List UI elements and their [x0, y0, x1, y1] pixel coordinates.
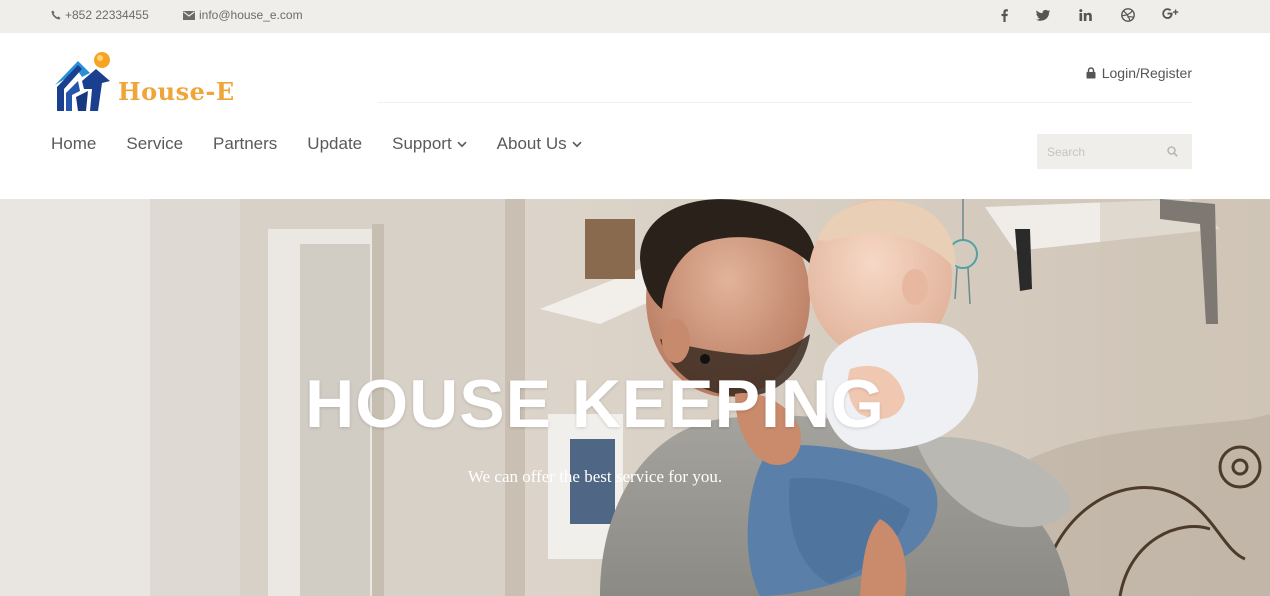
site-header: House-E Login/Register Home Service Part… — [0, 33, 1270, 199]
envelope-icon — [183, 10, 195, 20]
google-plus-icon[interactable] — [1161, 6, 1179, 24]
email-address: info@house_e.com — [199, 8, 303, 22]
nav-label-home: Home — [51, 134, 97, 153]
chevron-down-icon — [457, 141, 467, 148]
nav-item-about-us[interactable]: About Us — [497, 134, 582, 154]
phone-contact[interactable]: +852 22334455 — [51, 8, 149, 22]
hero-subtitle: We can offer the best service for you. — [467, 467, 723, 486]
login-register-link[interactable]: Login/Register — [1086, 65, 1192, 81]
logo-text: House-E — [118, 77, 235, 106]
top-bar: +852 22334455 info@house_e.com — [0, 0, 1270, 33]
nav-item-support[interactable]: Support — [392, 134, 467, 154]
nav-label-support: Support — [392, 134, 452, 153]
main-nav: Home Service Partners Update Support Abo… — [51, 134, 612, 154]
dribbble-icon[interactable] — [1120, 6, 1136, 24]
site-logo[interactable]: House-E — [52, 51, 237, 113]
search-button[interactable] — [1157, 134, 1187, 169]
facebook-icon[interactable] — [998, 6, 1010, 24]
linkedin-icon[interactable] — [1077, 6, 1093, 24]
phone-number: +852 22334455 — [65, 8, 149, 22]
login-register-label: Login/Register — [1101, 65, 1192, 81]
twitter-icon[interactable] — [1035, 6, 1051, 24]
phone-icon — [51, 10, 61, 20]
nav-item-home[interactable]: Home — [51, 134, 96, 154]
nav-item-partners[interactable]: Partners — [213, 134, 277, 154]
search-box — [1037, 134, 1192, 169]
nav-label-partners: Partners — [213, 134, 278, 153]
nav-label-update: Update — [307, 134, 363, 153]
nav-item-update[interactable]: Update — [307, 134, 362, 154]
nav-label-about-us: About Us — [496, 134, 567, 153]
lock-icon — [1086, 67, 1096, 79]
nav-label-service: Service — [126, 134, 184, 153]
search-input[interactable] — [1037, 134, 1157, 169]
nav-item-service[interactable]: Service — [126, 134, 183, 154]
house-logo-icon — [55, 52, 110, 111]
chevron-down-icon — [572, 141, 582, 148]
hero-banner: HOUSE KEEPING We can offer the best serv… — [0, 199, 1270, 596]
hero-title: HOUSE KEEPING — [305, 366, 885, 442]
header-divider — [378, 102, 1192, 103]
search-icon — [1166, 146, 1178, 157]
email-contact[interactable]: info@house_e.com — [183, 8, 303, 22]
